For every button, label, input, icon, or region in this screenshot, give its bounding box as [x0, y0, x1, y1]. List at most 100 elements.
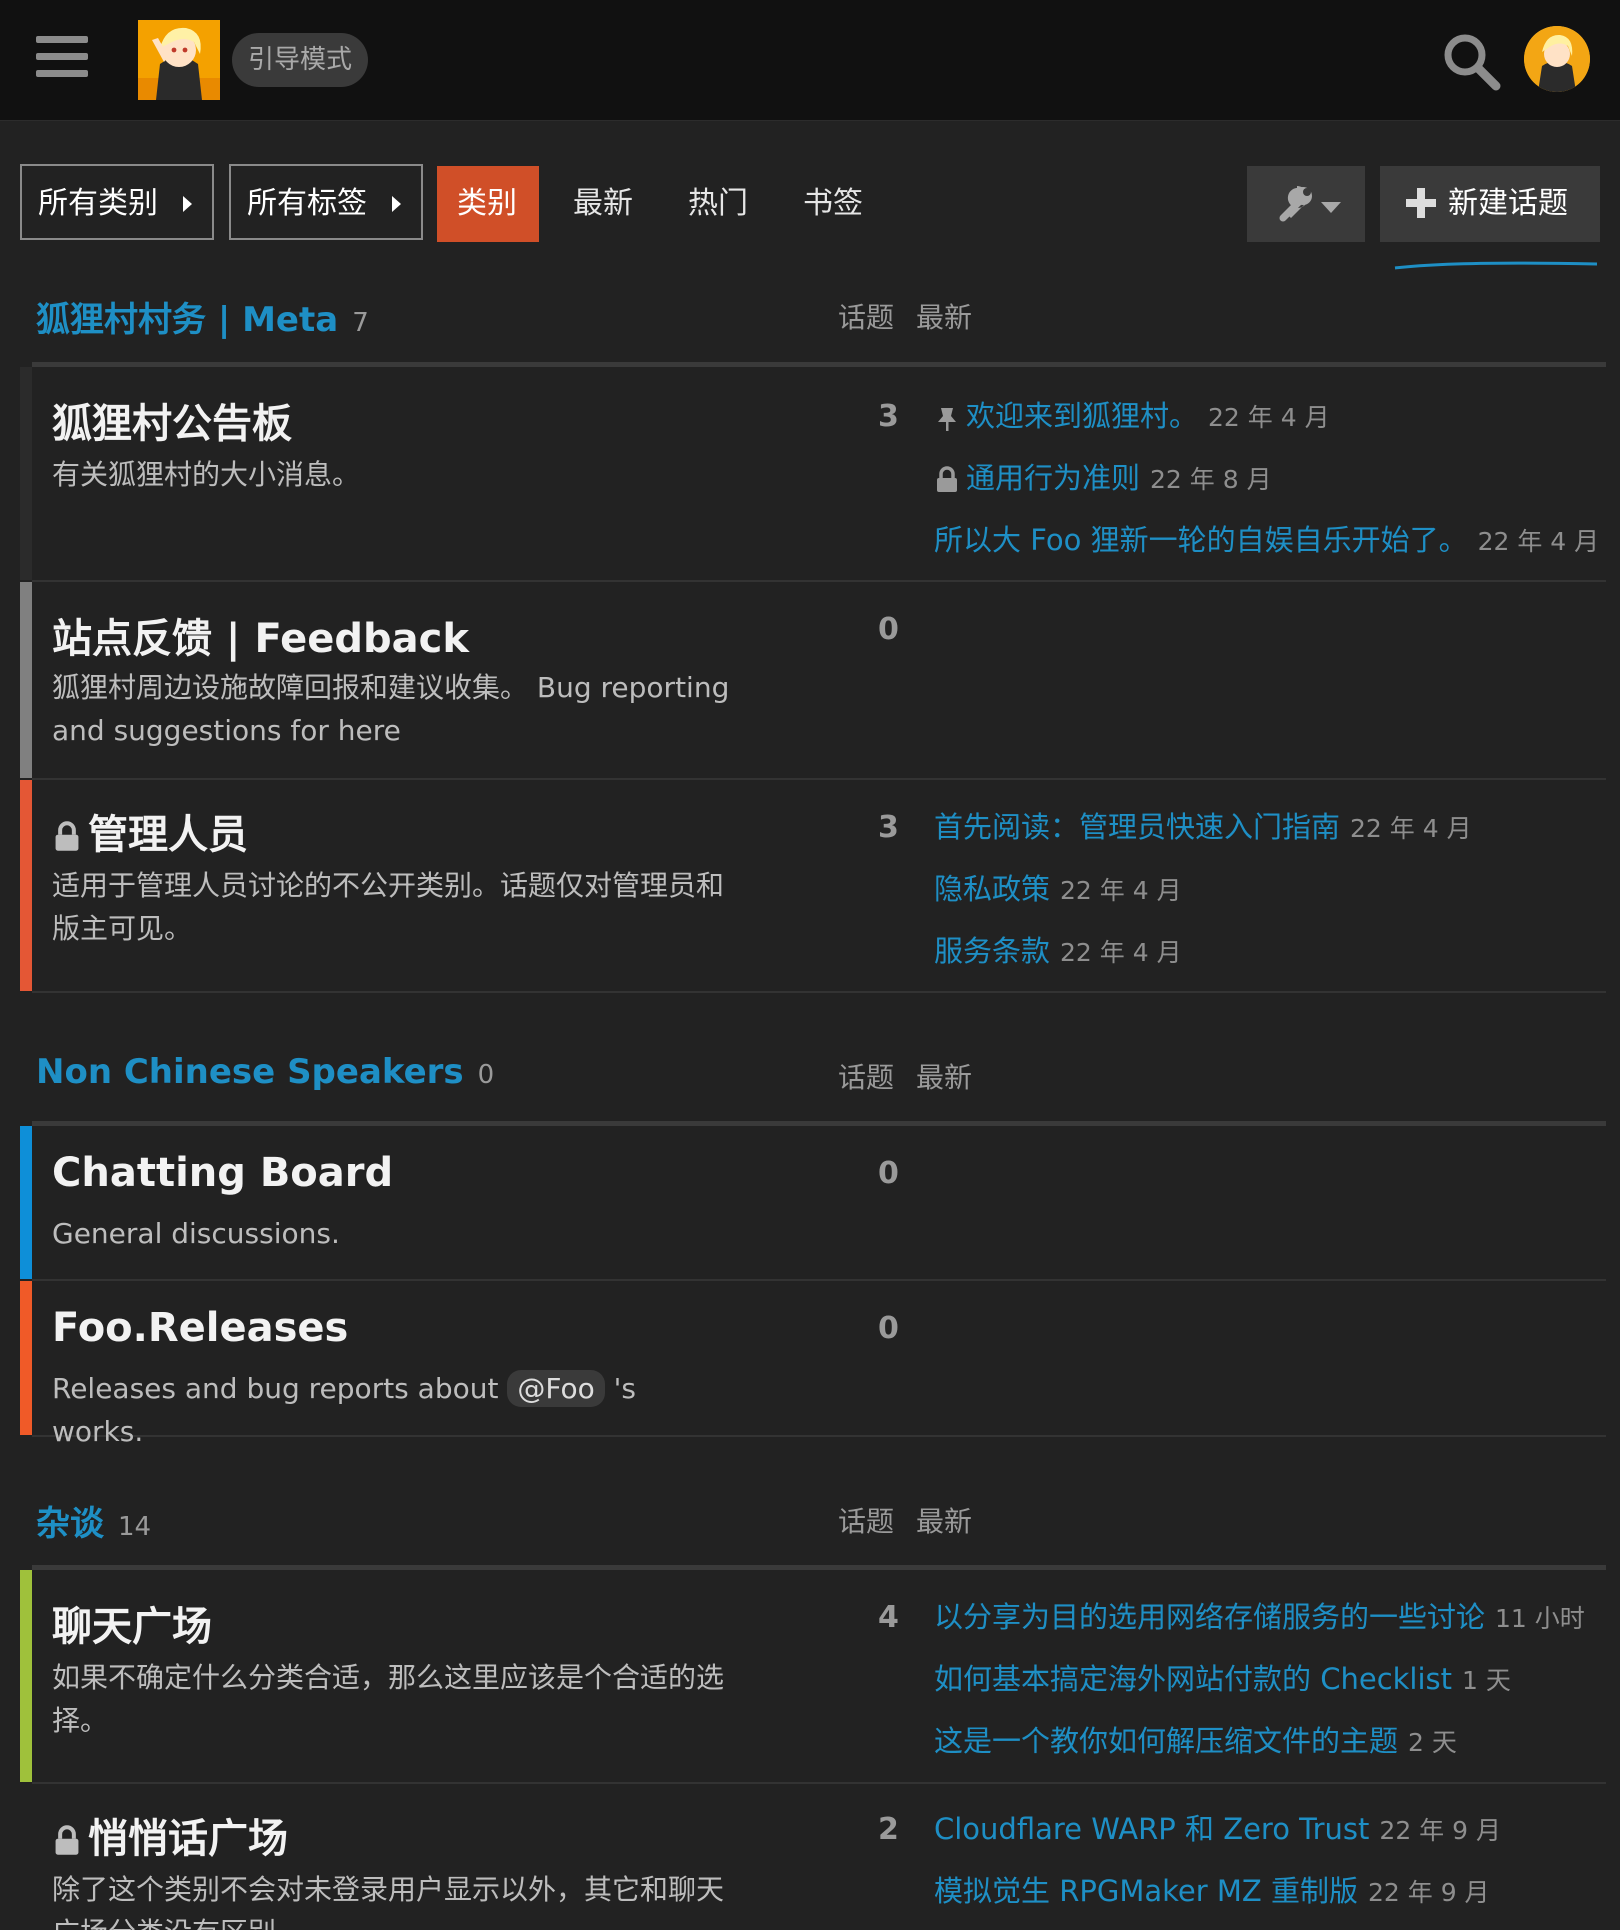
new-topic-button[interactable]: 新建话题 — [1380, 166, 1600, 242]
new-topic-underline — [1394, 261, 1598, 270]
category-name[interactable]: 悄悄话广场 — [52, 1806, 288, 1864]
category-description: 狐狸村周边设施故障回报和建议收集。 Bug reporting and sugg… — [52, 671, 730, 747]
section-header-misc: 杂谈 14 话题 最新 — [36, 1496, 1606, 1556]
category-topic-count: 0 — [878, 612, 899, 647]
user-avatar[interactable] — [1524, 26, 1590, 92]
category-color-bar — [20, 1570, 32, 1782]
all-tags-label: 所有标签 — [247, 186, 367, 221]
column-header-latest: 最新 — [916, 1061, 973, 1094]
category-name-text: 管理人员 — [88, 812, 248, 858]
lock-icon — [55, 821, 79, 851]
category-color-bar — [20, 1281, 32, 1435]
description-text: Releases and bug reports about — [52, 1372, 499, 1405]
section-title-misc[interactable]: 杂谈 14 — [36, 1496, 151, 1545]
all-categories-label: 所有类别 — [38, 186, 158, 221]
latest-topic-item: 以分享为目的选用网络存储服务的一些讨论 11 小时 — [934, 1594, 1585, 1636]
hamburger-menu-icon[interactable] — [36, 36, 88, 84]
category-row-chat-square: 聊天广场 如果不确定什么分类合适，那么这里应该是个合适的选择。 4 以分享为目的… — [20, 1570, 1606, 1784]
topic-age: 22 年 4 月 — [1208, 403, 1330, 432]
category-row-feedback: 站点反馈 | Feedback 狐狸村周边设施故障回报和建议收集。 Bug re… — [20, 582, 1606, 780]
admin-tools-button[interactable] — [1247, 166, 1365, 242]
user-mention[interactable]: @Foo — [507, 1370, 605, 1407]
section-title-non-chinese[interactable]: Non Chinese Speakers 0 — [36, 1052, 494, 1092]
column-header-topics: 话题 — [838, 301, 895, 334]
tab-latest[interactable]: 最新 — [553, 166, 653, 242]
topic-link[interactable]: 所以大 Foo 狸新一轮的自娱自乐开始了。 — [934, 523, 1468, 557]
latest-topic-item: 模拟觉生 RPGMaker MZ 重制版 22 年 9 月 — [934, 1868, 1490, 1910]
category-row-foo-releases: Foo.Releases Releases and bug reports ab… — [20, 1281, 1606, 1448]
all-categories-dropdown[interactable]: 所有类别 — [20, 164, 214, 240]
category-name[interactable]: 管理人员 — [52, 802, 248, 860]
topic-link[interactable]: 服务条款 — [934, 934, 1050, 968]
topic-age: 22 年 9 月 — [1367, 1878, 1490, 1907]
category-name[interactable]: 站点反馈 | Feedback — [52, 606, 469, 664]
topic-age: 22 年 4 月 — [1350, 814, 1472, 843]
category-topic-count: 4 — [878, 1600, 899, 1635]
lock-icon — [55, 1825, 79, 1855]
category-color-bar — [20, 780, 32, 991]
category-color-bar — [20, 1126, 32, 1279]
column-header-topics: 话题 — [838, 1061, 895, 1094]
category-topic-count: 0 — [878, 1311, 899, 1346]
category-topic-count: 0 — [878, 1156, 899, 1191]
topic-link[interactable]: 模拟觉生 RPGMaker MZ 重制版 — [934, 1874, 1358, 1908]
column-header-topics: 话题 — [838, 1505, 895, 1538]
tab-bookmarks[interactable]: 书签 — [783, 166, 883, 242]
category-color-bar — [20, 582, 32, 778]
category-name[interactable]: Foo.Releases — [52, 1305, 348, 1351]
category-topic-count: 2 — [878, 1812, 899, 1847]
plus-icon — [1406, 188, 1436, 218]
category-description: 适用于管理人员讨论的不公开类别。话题仅对管理员和版主可见。 — [52, 869, 725, 945]
category-description: 有关狐狸村的大小消息。 — [52, 458, 361, 491]
topic-age: 1 天 — [1462, 1666, 1511, 1695]
category-name[interactable]: Chatting Board — [52, 1150, 393, 1196]
tab-top[interactable]: 热门 — [668, 166, 768, 242]
topic-link[interactable]: 通用行为准则 — [966, 461, 1140, 495]
topic-age: 22 年 9 月 — [1379, 1816, 1501, 1845]
category-row-announcements: 狐狸村公告板 有关狐狸村的大小消息。 3 欢迎来到狐狸村。 22 年 4 月 通用… — [20, 367, 1606, 582]
category-row-chatting-board: Chatting Board General discussions. 0 — [20, 1126, 1606, 1281]
topic-link[interactable]: 首先阅读：管理员快速入门指南 — [934, 810, 1340, 844]
section-header-meta: 狐狸村村务 | Meta 7 话题 最新 — [36, 292, 1606, 352]
category-name[interactable]: 狐狸村公告板 — [52, 391, 292, 449]
latest-topic-item: 通用行为准则 22 年 8 月 — [934, 455, 1272, 497]
section-title-meta[interactable]: 狐狸村村务 | Meta 7 — [36, 292, 369, 341]
topic-age: 22 年 4 月 — [1477, 527, 1600, 556]
latest-topic-item: 隐私政策 22 年 4 月 — [934, 866, 1182, 908]
category-color-bar — [20, 367, 32, 580]
section-count: 7 — [352, 308, 369, 338]
wrench-icon — [1279, 186, 1341, 222]
guide-mode-badge[interactable]: 引导模式 — [232, 33, 369, 87]
topic-link[interactable]: 欢迎来到狐狸村。 — [966, 399, 1198, 433]
tab-categories[interactable]: 类别 — [437, 166, 539, 242]
category-row-whisper-square: 悄悄话广场 除了这个类别不会对未登录用户显示以外，其它和聊天广场分类没有区别 2… — [32, 1784, 1606, 1930]
topic-age: 22 年 8 月 — [1150, 465, 1272, 494]
topic-link[interactable]: 如何基本搞定海外网站付款的 Checklist — [934, 1662, 1452, 1696]
new-topic-label: 新建话题 — [1448, 186, 1568, 221]
section-count: 0 — [477, 1060, 495, 1090]
site-header: 引导模式 — [0, 0, 1620, 121]
caret-right-icon — [183, 196, 192, 212]
section-title-text: 狐狸村村务 | Meta — [36, 300, 339, 340]
topic-age: 22 年 4 月 — [1060, 938, 1182, 967]
category-description: Releases and bug reports about @Foo 's w… — [52, 1367, 732, 1453]
section-count: 14 — [118, 1512, 152, 1542]
category-name-text: 悄悄话广场 — [88, 1816, 288, 1862]
latest-topic-item: 服务条款 22 年 4 月 — [934, 928, 1182, 970]
topic-link[interactable]: 隐私政策 — [934, 872, 1050, 906]
topic-link[interactable]: Cloudflare WARP 和 Zero Trust — [934, 1812, 1369, 1846]
category-description: 如果不确定什么分类合适，那么这里应该是个合适的选择。 — [52, 1661, 725, 1737]
all-tags-dropdown[interactable]: 所有标签 — [229, 164, 423, 240]
pin-icon — [938, 408, 956, 431]
category-topic-count: 3 — [878, 399, 899, 434]
site-logo[interactable] — [138, 20, 220, 100]
column-header-latest: 最新 — [916, 301, 973, 334]
latest-topic-item: 欢迎来到狐狸村。 22 年 4 月 — [934, 393, 1330, 435]
search-icon[interactable] — [1440, 30, 1502, 92]
topic-age: 11 小时 — [1495, 1604, 1585, 1633]
topic-link[interactable]: 以分享为目的选用网络存储服务的一些讨论 — [934, 1600, 1485, 1634]
latest-topic-item: 所以大 Foo 狸新一轮的自娱自乐开始了。 22 年 4 月 — [934, 517, 1599, 559]
latest-topic-item: Cloudflare WARP 和 Zero Trust 22 年 9 月 — [934, 1806, 1501, 1848]
category-name[interactable]: 聊天广场 — [52, 1594, 212, 1652]
topic-link[interactable]: 这是一个教你如何解压缩文件的主题 — [934, 1724, 1398, 1758]
